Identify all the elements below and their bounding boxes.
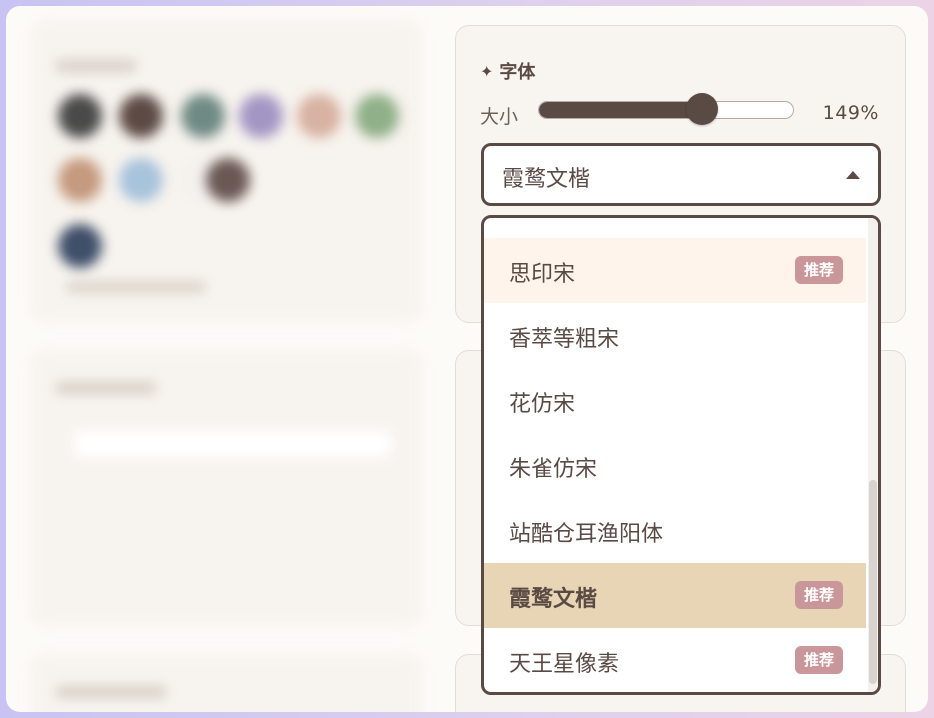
color-swatch[interactable]: [355, 94, 399, 138]
sparkle-icon: ✦: [480, 61, 494, 81]
font-option-label: 香萃等粗宋: [509, 327, 620, 352]
third-panel: [30, 654, 422, 712]
panel-heading-placeholder: [56, 60, 136, 72]
panel-heading-placeholder: [56, 382, 156, 394]
recommended-badge: 推荐: [794, 581, 843, 609]
font-option[interactable]: 花仿宋: [484, 368, 866, 433]
font-option-label: 站酷仓耳渔阳体: [509, 522, 664, 547]
font-option[interactable]: 天王星像素 推荐: [484, 628, 866, 692]
color-swatch[interactable]: [206, 158, 250, 202]
font-option[interactable]: 霞鹜文楷 推荐: [484, 563, 866, 628]
font-size-slider-thumb[interactable]: [685, 93, 718, 125]
app-frame: ✦ 字体 大小 149% 霞鹜文楷 思印宋 推荐 香萃等粗宋 花仿宋 朱雀仿宋 站酷仓耳渔…: [6, 6, 928, 712]
color-swatch[interactable]: [181, 94, 225, 138]
caret-up-icon: [846, 171, 860, 179]
font-size-slider-track[interactable]: [538, 101, 794, 119]
color-swatch[interactable]: [58, 94, 102, 138]
font-option[interactable]: 思印宋 推荐: [484, 238, 866, 303]
font-select[interactable]: 霞鹜文楷: [481, 143, 881, 206]
font-size-slider-fill: [539, 102, 703, 118]
font-option[interactable]: 香萃等粗宋: [484, 303, 866, 368]
color-swatch[interactable]: [297, 94, 341, 138]
dropdown-scrollbar[interactable]: [868, 218, 878, 692]
color-swatch[interactable]: [58, 224, 102, 268]
font-option[interactable]: 朱雀仿宋: [484, 433, 866, 498]
recommended-badge: 推荐: [794, 256, 843, 284]
font-option-label: 思印宋: [509, 262, 576, 287]
color-swatch[interactable]: [119, 158, 163, 202]
font-option-label: 花仿宋: [509, 392, 576, 417]
panel-hint-placeholder: [66, 282, 206, 292]
color-swatch[interactable]: [239, 94, 283, 138]
panel-heading-placeholder: [56, 686, 166, 698]
font-option[interactable]: 站酷仓耳渔阳体: [484, 498, 866, 563]
dropdown-scrollbar-thumb[interactable]: [869, 480, 877, 684]
second-panel: [30, 350, 422, 626]
font-card-title-text: 字体: [499, 62, 536, 83]
panel-input-placeholder: [74, 430, 392, 458]
font-card-title: ✦ 字体: [480, 58, 535, 84]
font-option-label: 霞鹜文楷: [509, 587, 598, 612]
size-label: 大小: [480, 106, 519, 128]
font-option-label: 天王星像素: [509, 652, 620, 677]
font-option-label: 朱雀仿宋: [509, 457, 598, 482]
font-dropdown-list[interactable]: 思印宋 推荐 香萃等粗宋 花仿宋 朱雀仿宋 站酷仓耳渔阳体 霞鹜文楷 推荐 天王星像素 推荐: [481, 215, 881, 695]
recommended-badge: 推荐: [794, 646, 843, 674]
color-swatch[interactable]: [58, 158, 102, 202]
color-swatch[interactable]: [119, 94, 163, 138]
font-select-value: 霞鹜文楷: [502, 167, 591, 192]
font-size-value: 149%: [822, 102, 879, 124]
